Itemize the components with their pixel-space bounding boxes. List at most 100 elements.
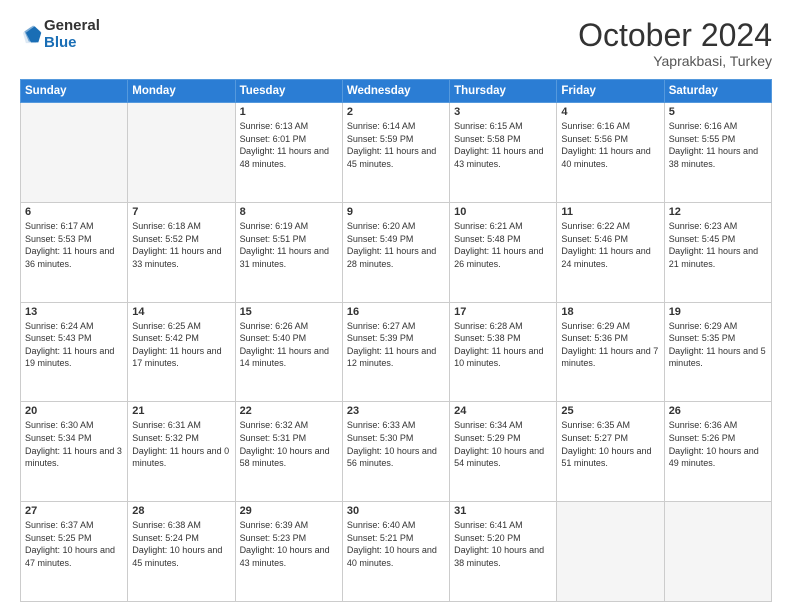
week-row-4: 20Sunrise: 6:30 AM Sunset: 5:34 PM Dayli…: [21, 402, 772, 502]
day-number: 12: [669, 206, 767, 218]
weekday-header-row: SundayMondayTuesdayWednesdayThursdayFrid…: [21, 80, 772, 103]
weekday-header-friday: Friday: [557, 80, 664, 103]
week-row-5: 27 Sunrise: 6:37 AM Sunset: 5:25 PM Dayli…: [21, 502, 772, 602]
day-info: Sunrise: 6:39 AM Sunset: 5:23 PM Dayligh…: [240, 519, 338, 569]
day-number: 30: [347, 505, 445, 517]
day-info: Sunrise: 6:15 AM Sunset: 5:58 PM Dayligh…: [454, 120, 552, 170]
week-row-3: 13 Sunrise: 6:24 AM Sunset: 5:43 PM Dayli…: [21, 302, 772, 402]
calendar-table: SundayMondayTuesdayWednesdayThursdayFrid…: [20, 79, 772, 602]
day-info: Sunrise: 6:38 AM Sunset: 5:24 PM Dayligh…: [132, 519, 230, 569]
day-info: Sunrise: 6:13 AM Sunset: 6:01 PM Dayligh…: [240, 120, 338, 170]
day-info: Sunrise: 6:28 AM Sunset: 5:38 PM Dayligh…: [454, 320, 552, 370]
day-number: 3: [454, 106, 552, 118]
calendar-cell: 29 Sunrise: 6:39 AM Sunset: 5:23 PM Dayli…: [235, 502, 342, 602]
calendar-cell: 13 Sunrise: 6:24 AM Sunset: 5:43 PM Dayli…: [21, 302, 128, 402]
day-number: 11: [561, 206, 659, 218]
day-number: 31: [454, 505, 552, 517]
day-info: Sunrise: 6:17 AM Sunset: 5:53 PM Dayligh…: [25, 220, 123, 270]
weekday-header-saturday: Saturday: [664, 80, 771, 103]
day-info: Sunrise: 6:14 AM Sunset: 5:59 PM Dayligh…: [347, 120, 445, 170]
calendar-cell: 17 Sunrise: 6:28 AM Sunset: 5:38 PM Dayli…: [450, 302, 557, 402]
calendar-cell: 7 Sunrise: 6:18 AM Sunset: 5:52 PM Daylig…: [128, 202, 235, 302]
day-info: Sunrise: 6:18 AM Sunset: 5:52 PM Dayligh…: [132, 220, 230, 270]
day-number: 18: [561, 306, 659, 318]
weekday-header-thursday: Thursday: [450, 80, 557, 103]
day-info: Sunrise: 6:37 AM Sunset: 5:25 PM Dayligh…: [25, 519, 123, 569]
day-number: 4: [561, 106, 659, 118]
title-area: October 2024 Yaprakbasi, Turkey: [578, 18, 772, 69]
day-info: Sunrise: 6:16 AM Sunset: 5:56 PM Dayligh…: [561, 120, 659, 170]
day-info: Sunrise: 6:35 AM Sunset: 5:27 PM Dayligh…: [561, 419, 659, 469]
calendar-cell: 23Sunrise: 6:33 AM Sunset: 5:30 PM Dayli…: [342, 402, 449, 502]
day-info: Sunrise: 6:29 AM Sunset: 5:35 PM Dayligh…: [669, 320, 767, 370]
calendar-cell: 31 Sunrise: 6:41 AM Sunset: 5:20 PM Dayli…: [450, 502, 557, 602]
day-info: Sunrise: 6:33 AM Sunset: 5:30 PM Dayligh…: [347, 419, 445, 469]
day-info: Sunrise: 6:24 AM Sunset: 5:43 PM Dayligh…: [25, 320, 123, 370]
calendar-cell: 9 Sunrise: 6:20 AM Sunset: 5:49 PM Daylig…: [342, 202, 449, 302]
calendar-cell: 2 Sunrise: 6:14 AM Sunset: 5:59 PM Daylig…: [342, 103, 449, 203]
calendar-cell: 18 Sunrise: 6:29 AM Sunset: 5:36 PM Dayli…: [557, 302, 664, 402]
day-number: 5: [669, 106, 767, 118]
day-number: 9: [347, 206, 445, 218]
calendar-cell: 8Sunrise: 6:19 AM Sunset: 5:51 PM Daylig…: [235, 202, 342, 302]
calendar-cell: 12 Sunrise: 6:23 AM Sunset: 5:45 PM Dayli…: [664, 202, 771, 302]
calendar-cell: 1 Sunrise: 6:13 AM Sunset: 6:01 PM Daylig…: [235, 103, 342, 203]
day-info: Sunrise: 6:16 AM Sunset: 5:55 PM Dayligh…: [669, 120, 767, 170]
header: General Blue October 2024 Yaprakbasi, Tu…: [20, 18, 772, 69]
weekday-header-sunday: Sunday: [21, 80, 128, 103]
day-number: 2: [347, 106, 445, 118]
logo: General Blue: [20, 18, 100, 51]
day-info: Sunrise: 6:32 AM Sunset: 5:31 PM Dayligh…: [240, 419, 338, 469]
day-info: Sunrise: 6:34 AM Sunset: 5:29 PM Dayligh…: [454, 419, 552, 469]
calendar-cell: 5 Sunrise: 6:16 AM Sunset: 5:55 PM Daylig…: [664, 103, 771, 203]
day-number: 8: [240, 206, 338, 218]
day-number: 7: [132, 206, 230, 218]
day-number: 13: [25, 306, 123, 318]
day-info: Sunrise: 6:23 AM Sunset: 5:45 PM Dayligh…: [669, 220, 767, 270]
day-info: Sunrise: 6:40 AM Sunset: 5:21 PM Dayligh…: [347, 519, 445, 569]
calendar-cell: 15 Sunrise: 6:26 AM Sunset: 5:40 PM Dayli…: [235, 302, 342, 402]
day-number: 26: [669, 405, 767, 417]
day-number: 20: [25, 405, 123, 417]
day-number: 1: [240, 106, 338, 118]
calendar-cell: 28Sunrise: 6:38 AM Sunset: 5:24 PM Dayli…: [128, 502, 235, 602]
day-info: Sunrise: 6:31 AM Sunset: 5:32 PM Dayligh…: [132, 419, 230, 469]
calendar-cell: 26 Sunrise: 6:36 AM Sunset: 5:26 PM Dayli…: [664, 402, 771, 502]
calendar-cell: 10Sunrise: 6:21 AM Sunset: 5:48 PM Dayli…: [450, 202, 557, 302]
day-number: 22: [240, 405, 338, 417]
day-number: 14: [132, 306, 230, 318]
calendar-cell: [557, 502, 664, 602]
day-info: Sunrise: 6:36 AM Sunset: 5:26 PM Dayligh…: [669, 419, 767, 469]
calendar-cell: [21, 103, 128, 203]
calendar-cell: 4 Sunrise: 6:16 AM Sunset: 5:56 PM Daylig…: [557, 103, 664, 203]
week-row-2: 6Sunrise: 6:17 AM Sunset: 5:53 PM Daylig…: [21, 202, 772, 302]
day-number: 29: [240, 505, 338, 517]
day-info: Sunrise: 6:25 AM Sunset: 5:42 PM Dayligh…: [132, 320, 230, 370]
calendar-cell: 14 Sunrise: 6:25 AM Sunset: 5:42 PM Dayli…: [128, 302, 235, 402]
calendar-cell: 20Sunrise: 6:30 AM Sunset: 5:34 PM Dayli…: [21, 402, 128, 502]
calendar-cell: 25 Sunrise: 6:35 AM Sunset: 5:27 PM Dayli…: [557, 402, 664, 502]
logo-icon: [20, 24, 42, 46]
page: General Blue October 2024 Yaprakbasi, Tu…: [0, 0, 792, 612]
day-info: Sunrise: 6:41 AM Sunset: 5:20 PM Dayligh…: [454, 519, 552, 569]
day-number: 27: [25, 505, 123, 517]
day-number: 24: [454, 405, 552, 417]
week-row-1: 1 Sunrise: 6:13 AM Sunset: 6:01 PM Daylig…: [21, 103, 772, 203]
calendar-cell: 3 Sunrise: 6:15 AM Sunset: 5:58 PM Daylig…: [450, 103, 557, 203]
day-number: 25: [561, 405, 659, 417]
day-number: 15: [240, 306, 338, 318]
day-number: 19: [669, 306, 767, 318]
day-number: 17: [454, 306, 552, 318]
calendar-cell: [128, 103, 235, 203]
day-number: 21: [132, 405, 230, 417]
day-info: Sunrise: 6:20 AM Sunset: 5:49 PM Dayligh…: [347, 220, 445, 270]
calendar-cell: 21 Sunrise: 6:31 AM Sunset: 5:32 PM Dayli…: [128, 402, 235, 502]
weekday-header-monday: Monday: [128, 80, 235, 103]
calendar-cell: 30 Sunrise: 6:40 AM Sunset: 5:21 PM Dayli…: [342, 502, 449, 602]
day-info: Sunrise: 6:26 AM Sunset: 5:40 PM Dayligh…: [240, 320, 338, 370]
weekday-header-wednesday: Wednesday: [342, 80, 449, 103]
calendar-cell: 27 Sunrise: 6:37 AM Sunset: 5:25 PM Dayli…: [21, 502, 128, 602]
day-info: Sunrise: 6:29 AM Sunset: 5:36 PM Dayligh…: [561, 320, 659, 370]
calendar-cell: 11Sunrise: 6:22 AM Sunset: 5:46 PM Dayli…: [557, 202, 664, 302]
day-info: Sunrise: 6:21 AM Sunset: 5:48 PM Dayligh…: [454, 220, 552, 270]
